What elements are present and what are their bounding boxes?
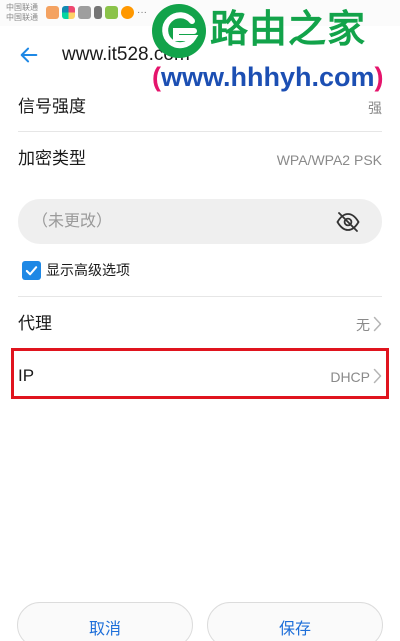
divider: [18, 131, 382, 132]
eye-off-icon: [336, 212, 360, 232]
notification-icons: ···: [46, 6, 147, 19]
password-input[interactable]: [32, 199, 322, 244]
save-button[interactable]: 保存: [207, 602, 383, 641]
carrier-label: 中国联通: [6, 13, 38, 22]
proxy-label: 代理: [18, 314, 52, 333]
cancel-button[interactable]: 取消: [17, 602, 193, 641]
signal-strength-label: 信号强度: [18, 97, 86, 116]
battery-icon: [94, 6, 102, 19]
divider: [18, 296, 382, 297]
checkbox-checked[interactable]: [22, 260, 41, 280]
back-arrow-icon: [20, 47, 38, 63]
back-button[interactable]: [14, 40, 44, 70]
proxy-row[interactable]: 代理 无: [0, 299, 400, 349]
signal-strength-row: 信号强度 强: [0, 82, 400, 132]
password-field[interactable]: [18, 199, 382, 244]
ip-row-highlight-box: [11, 348, 389, 399]
carrier-label: 中国联通: [6, 3, 38, 12]
app-notification-icon: [46, 6, 59, 19]
watermark-logo-icon: [152, 4, 206, 58]
security-type-label: 加密类型: [18, 149, 86, 168]
app-notification-icon: [105, 6, 118, 19]
security-type-row: 加密类型 WPA/WPA2 PSK: [0, 134, 400, 184]
checkmark-icon: [25, 265, 38, 275]
more-notifications-icon: ···: [137, 6, 147, 18]
chevron-right-icon: [373, 316, 382, 332]
weibo-icon: [121, 6, 134, 19]
show-advanced-options-label: 显示高级选项: [46, 262, 130, 278]
show-advanced-options-checkbox[interactable]: 显示高级选项: [22, 260, 130, 280]
signal-strength-value: 强: [368, 100, 382, 116]
wechat-icon: [78, 6, 91, 19]
proxy-value: 无: [356, 317, 370, 333]
watermark-title: 路由之家: [210, 7, 367, 51]
security-type-value: WPA/WPA2 PSK: [276, 152, 382, 168]
toggle-password-visibility[interactable]: [336, 211, 360, 238]
app-notification-icon: [62, 6, 75, 19]
